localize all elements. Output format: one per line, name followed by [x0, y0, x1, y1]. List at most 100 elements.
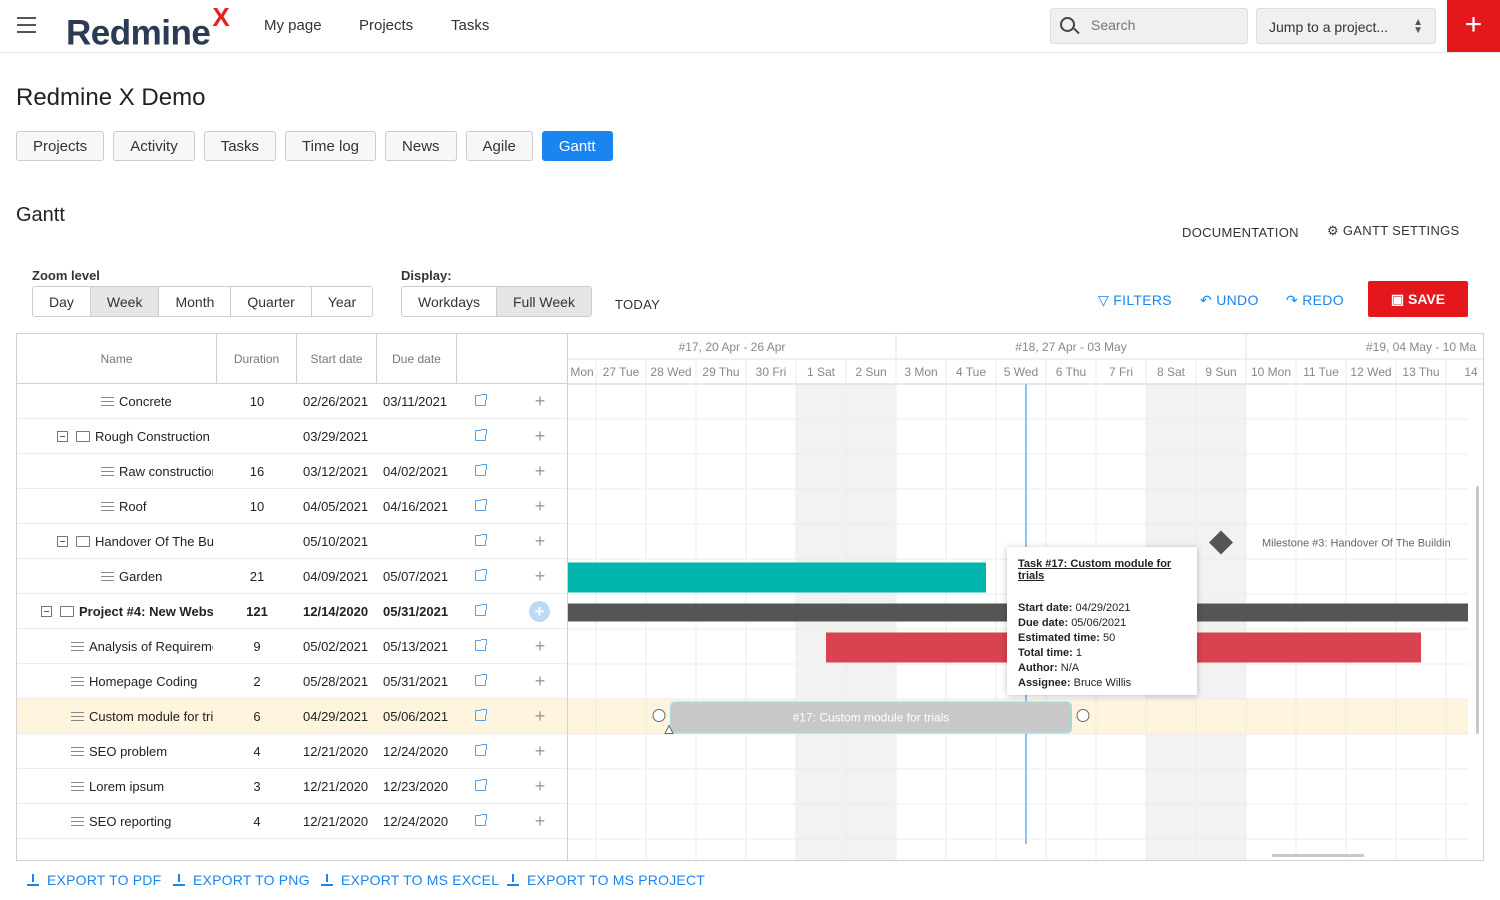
- add-subtask-icon[interactable]: +: [533, 707, 547, 725]
- horizontal-scrollbar[interactable]: [1272, 854, 1364, 857]
- row-name[interactable]: Raw construction: [119, 464, 213, 479]
- column-header-name[interactable]: Name: [17, 334, 217, 384]
- add-subtask-icon[interactable]: +: [533, 427, 547, 445]
- open-external-icon[interactable]: [475, 814, 487, 826]
- row-name[interactable]: SEO reporting: [89, 814, 171, 829]
- add-subtask-icon[interactable]: +: [533, 637, 547, 655]
- new-item-button[interactable]: +: [1447, 0, 1500, 52]
- table-row[interactable]: Lorem ipsum 3 12/21/2020 12/23/2020 +: [17, 769, 567, 804]
- table-row[interactable]: Raw construction 16 03/12/2021 04/02/2021 +: [17, 454, 567, 489]
- column-header-due-date[interactable]: Due date: [377, 334, 457, 384]
- tab-gantt[interactable]: Gantt: [541, 131, 613, 161]
- vertical-scrollbar[interactable]: [1476, 486, 1479, 734]
- tab-time-log[interactable]: Time log: [285, 131, 377, 161]
- open-external-icon[interactable]: [475, 604, 487, 616]
- add-subtask-icon[interactable]: +: [533, 567, 547, 585]
- row-name[interactable]: Garden: [119, 569, 162, 584]
- display-full-week-button[interactable]: Full Week: [496, 287, 591, 316]
- table-row[interactable]: Handover Of The Buil 05/10/2021 +: [17, 524, 567, 559]
- table-row[interactable]: Custom module for tri 6 04/29/2021 05/06/20…: [17, 699, 567, 734]
- nav-tasks[interactable]: Tasks: [451, 17, 489, 34]
- export-to-ms-excel-button[interactable]: EXPORT TO MS EXCEL: [321, 872, 499, 888]
- open-external-icon[interactable]: [475, 394, 487, 406]
- jump-to-project-select[interactable]: Jump to a project... ▲ ▼: [1256, 8, 1436, 44]
- open-external-icon[interactable]: [475, 534, 487, 546]
- add-subtask-icon[interactable]: +: [533, 672, 547, 690]
- gantt-settings-link[interactable]: ⚙ GANTT SETTINGS: [1327, 223, 1460, 239]
- add-subtask-icon[interactable]: +: [533, 742, 547, 760]
- open-external-icon[interactable]: [475, 779, 487, 791]
- search-input[interactable]: [1091, 17, 1241, 33]
- display-workdays-button[interactable]: Workdays: [402, 287, 497, 316]
- open-external-icon[interactable]: [475, 499, 487, 511]
- export-to-png-button[interactable]: EXPORT TO PNG: [173, 872, 310, 888]
- row-name[interactable]: SEO problem: [89, 744, 167, 759]
- row-name[interactable]: Lorem ipsum: [89, 779, 164, 794]
- tab-projects[interactable]: Projects: [16, 131, 105, 161]
- row-name[interactable]: Roof: [119, 499, 146, 514]
- milestone-label: Milestone #3: Handover Of The Buildin: [1262, 538, 1451, 550]
- open-external-icon[interactable]: [475, 569, 487, 581]
- today-button[interactable]: TODAY: [615, 297, 660, 312]
- tooltip-title[interactable]: Task #17: Custom module for trials: [1018, 558, 1186, 582]
- redo-button[interactable]: ↷ REDO: [1286, 292, 1344, 309]
- row-name[interactable]: Rough Construction: [95, 429, 210, 444]
- table-row[interactable]: Project #4: New Websit 121 12/14/2020 05/31…: [17, 594, 567, 629]
- zoom-day-button[interactable]: Day: [33, 287, 91, 316]
- add-subtask-icon[interactable]: +: [529, 601, 550, 622]
- link-handle-start[interactable]: [652, 709, 666, 722]
- open-external-icon[interactable]: [475, 464, 487, 476]
- logo[interactable]: RedmineX: [66, 2, 230, 54]
- export-to-ms-project-button[interactable]: EXPORT TO MS PROJECT: [507, 872, 705, 888]
- table-row[interactable]: Roof 10 04/05/2021 04/16/2021 +: [17, 489, 567, 524]
- add-subtask-icon[interactable]: +: [533, 777, 547, 795]
- tab-agile[interactable]: Agile: [465, 131, 533, 161]
- row-name[interactable]: Custom module for tri: [89, 709, 213, 724]
- collapse-toggle-icon[interactable]: [57, 431, 68, 442]
- export-to-pdf-button[interactable]: EXPORT TO PDF: [27, 872, 161, 888]
- open-external-icon[interactable]: [475, 639, 487, 651]
- save-button[interactable]: ▣ SAVE: [1368, 281, 1468, 317]
- open-external-icon[interactable]: [475, 429, 487, 441]
- row-name[interactable]: Handover Of The Buil: [95, 534, 213, 549]
- filters-button[interactable]: ▽ FILTERS: [1098, 292, 1172, 309]
- add-subtask-icon[interactable]: +: [533, 532, 547, 550]
- table-row[interactable]: Garden 21 04/09/2021 05/07/2021 +: [17, 559, 567, 594]
- tab-news[interactable]: News: [385, 131, 457, 161]
- menu-icon[interactable]: [17, 17, 36, 33]
- zoom-week-button[interactable]: Week: [90, 287, 160, 316]
- add-subtask-icon[interactable]: +: [533, 812, 547, 830]
- column-header-start-date[interactable]: Start date: [297, 334, 377, 384]
- link-handle-end[interactable]: [1076, 709, 1090, 722]
- row-name[interactable]: Project #4: New Websit: [79, 604, 213, 619]
- open-external-icon[interactable]: [475, 674, 487, 686]
- table-row[interactable]: SEO reporting 4 12/21/2020 12/24/2020 +: [17, 804, 567, 839]
- column-header-duration[interactable]: Duration: [217, 334, 297, 384]
- zoom-quarter-button[interactable]: Quarter: [231, 287, 312, 316]
- documentation-link[interactable]: DOCUMENTATION: [1182, 225, 1299, 240]
- nav-my-page[interactable]: My page: [264, 17, 322, 34]
- table-row[interactable]: Homepage Coding 2 05/28/2021 05/31/2021 +: [17, 664, 567, 699]
- table-row[interactable]: Rough Construction 03/29/2021 +: [17, 419, 567, 454]
- collapse-toggle-icon[interactable]: [41, 606, 52, 617]
- table-row[interactable]: Concrete 10 02/26/2021 03/11/2021 +: [17, 384, 567, 419]
- nav-projects[interactable]: Projects: [359, 17, 413, 34]
- zoom-year-button[interactable]: Year: [311, 287, 373, 316]
- open-external-icon[interactable]: [475, 744, 487, 756]
- row-name[interactable]: Concrete: [119, 394, 172, 409]
- undo-button[interactable]: ↶ UNDO: [1200, 292, 1259, 309]
- row-name[interactable]: Homepage Coding: [89, 674, 197, 689]
- add-subtask-icon[interactable]: +: [533, 497, 547, 515]
- collapse-toggle-icon[interactable]: [57, 536, 68, 547]
- table-row[interactable]: SEO problem 4 12/21/2020 12/24/2020 +: [17, 734, 567, 769]
- gantt-bar-task[interactable]: [568, 562, 986, 593]
- zoom-month-button[interactable]: Month: [159, 287, 232, 316]
- table-row[interactable]: Analysis of Requireme 9 05/02/2021 05/13/20…: [17, 629, 567, 664]
- add-subtask-icon[interactable]: +: [533, 392, 547, 410]
- add-subtask-icon[interactable]: +: [533, 462, 547, 480]
- tab-activity[interactable]: Activity: [113, 131, 195, 161]
- open-external-icon[interactable]: [475, 709, 487, 721]
- tab-tasks[interactable]: Tasks: [203, 131, 277, 161]
- day-header: 9 Sun: [1205, 365, 1236, 379]
- row-name[interactable]: Analysis of Requireme: [89, 639, 213, 654]
